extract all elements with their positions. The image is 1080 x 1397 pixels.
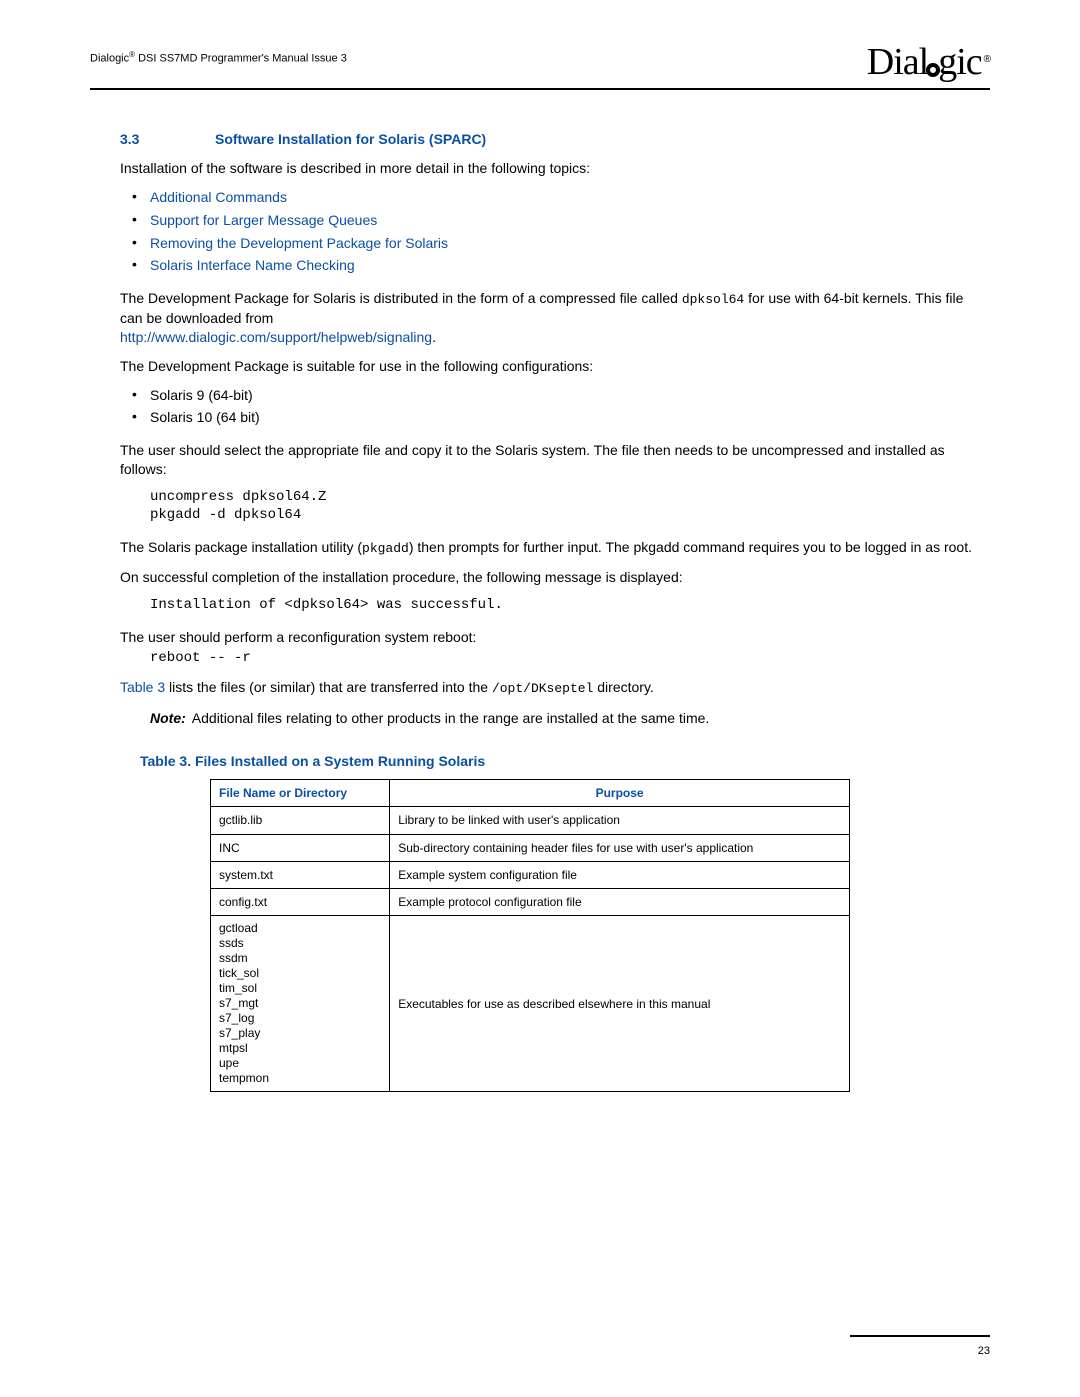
reboot-code: reboot -- -r [150,649,980,668]
filename: dpksol64 [682,292,744,307]
file-name-cell: gctlib.lib [211,807,390,834]
content: 3.3 Software Installation for Solaris (S… [90,90,990,1092]
footer-rule [850,1335,990,1337]
text: . [432,329,436,345]
table-row: INC Sub-directory containing header file… [211,834,850,861]
purpose-cell: Library to be linked with user's applica… [390,807,850,834]
table-header-name: File Name or Directory [211,780,390,807]
table-row: gctlib.lib Library to be linked with use… [211,807,850,834]
text: ) then prompts for further input. The pk… [409,539,972,555]
topic-item: Support for Larger Message Queues [120,211,980,230]
file-name-cell: system.txt [211,861,390,888]
table-header-purpose: Purpose [390,780,850,807]
purpose-cell: Sub-directory containing header files fo… [390,834,850,861]
topic-link[interactable]: Additional Commands [150,189,287,205]
table-row: system.txt Example system configuration … [211,861,850,888]
config-item: Solaris 10 (64 bit) [120,408,980,427]
table-row: config.txt Example protocol configuratio… [211,888,850,915]
purpose-cell: Executables for use as described elsewhe… [390,916,850,1092]
logo-text-left: Dial [867,40,928,84]
section-heading: 3.3 Software Installation for Solaris (S… [120,130,980,149]
topic-link[interactable]: Support for Larger Message Queues [150,212,377,228]
config-item: Solaris 9 (64-bit) [120,386,980,405]
download-link[interactable]: http://www.dialogic.com/support/helpweb/… [120,329,432,345]
table-ref-paragraph: Table 3 lists the files (or similar) tha… [120,678,980,698]
topic-item: Removing the Development Package for Sol… [120,234,980,253]
topic-item: Additional Commands [120,188,980,207]
note-label: Note: [150,709,186,728]
table-row: gctload ssds ssdm tick_sol tim_sol s7_mg… [211,916,850,1092]
logo-registered: ® [984,54,990,65]
text: lists the files (or similar) that are tr… [165,679,492,695]
topic-item: Solaris Interface Name Checking [120,256,980,275]
pkgadd-paragraph: The Solaris package installation utility… [120,538,980,558]
devpkg-paragraph: The Development Package for Solaris is d… [120,289,980,346]
topics-list: Additional Commands Support for Larger M… [120,188,980,276]
dialogic-logo: Dial gic ® [867,40,990,84]
path: /opt/DKseptel [492,681,593,696]
topic-link[interactable]: Solaris Interface Name Checking [150,257,355,273]
note-text: Additional files relating to other produ… [192,709,710,728]
page-header: Dialogic ® DSI SS7MD Programmer's Manual … [90,40,990,90]
note: Note: Additional files relating to other… [150,709,980,728]
text: The Solaris package installation utility… [120,539,362,555]
install-code: uncompress dpksol64.Z pkgadd -d dpksol64 [150,489,980,524]
command: pkgadd [362,541,409,556]
intro-paragraph: Installation of the software is describe… [120,159,980,178]
configs-list: Solaris 9 (64-bit) Solaris 10 (64 bit) [120,386,980,428]
table-caption: Table 3. Files Installed on a System Run… [140,752,980,771]
section-title: Software Installation for Solaris (SPARC… [215,130,486,149]
logo-text-right: gic [938,40,981,84]
suitable-paragraph: The Development Package is suitable for … [120,357,980,376]
text: directory. [593,679,653,695]
page: Dialogic ® DSI SS7MD Programmer's Manual … [0,0,1080,1397]
doc-title-prefix: Dialogic [90,53,129,65]
success-code: Installation of <dpksol64> was successfu… [150,597,980,615]
table-header-row: File Name or Directory Purpose [211,780,850,807]
file-name-cell: INC [211,834,390,861]
doc-title-suffix: DSI SS7MD Programmer's Manual Issue 3 [135,53,347,65]
files-table: File Name or Directory Purpose gctlib.li… [210,779,850,1092]
text: The Development Package for Solaris is d… [120,290,682,306]
purpose-cell: Example system configuration file [390,861,850,888]
purpose-cell: Example protocol configuration file [390,888,850,915]
select-paragraph: The user should select the appropriate f… [120,441,980,479]
table-link[interactable]: Table 3 [120,679,165,695]
section-number: 3.3 [120,130,160,149]
file-name-cell: gctload ssds ssdm tick_sol tim_sol s7_mg… [211,916,390,1092]
file-name-cell: config.txt [211,888,390,915]
topic-link[interactable]: Removing the Development Package for Sol… [150,235,448,251]
page-number: 23 [978,1345,990,1357]
doc-title-line: Dialogic® DSI SS7MD Programmer's Manual … [90,40,347,65]
success-paragraph: On successful completion of the installa… [120,568,980,587]
reboot-paragraph: The user should perform a reconfiguratio… [120,628,980,647]
